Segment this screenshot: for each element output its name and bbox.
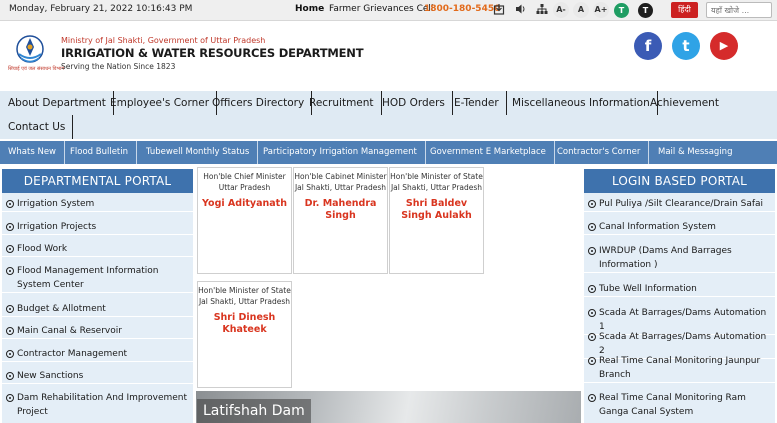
list-item[interactable]: Dam Rehabilitation And Improvement Proje… [2, 391, 193, 419]
nav-miscellaneous-information[interactable]: Miscellaneous Information [505, 91, 658, 115]
list-item[interactable]: Contractor Management [2, 347, 193, 362]
bullet-icon [588, 200, 596, 208]
dignitary-role: Hon'ble Cabinet Minister Jal Shakti, Utta… [294, 172, 387, 192]
bullet-icon [6, 200, 14, 208]
theme-dark-button[interactable]: T [638, 3, 653, 18]
tagline: Serving the Nation Since 1823 [61, 62, 176, 71]
dignitary-role: Hon'ble Minister of State Jal Shakti, Utt… [390, 172, 483, 192]
subnav-gem[interactable]: Government E Marketplace [422, 141, 555, 164]
list-item[interactable]: Canal Information System [584, 220, 775, 235]
dignitary-name: Yogi Adityanath [202, 198, 287, 209]
twitter-icon[interactable]: t [672, 32, 700, 60]
nav-officers-directory[interactable]: Officers Directory [205, 91, 313, 115]
nav-employees-corner[interactable]: Employee's Corner [103, 91, 218, 115]
bullet-icon [6, 372, 14, 380]
font-increase-button[interactable]: A+ [593, 2, 609, 18]
list-item[interactable]: Pul Puliya /Silt Clearance/Drain Safai [584, 197, 775, 212]
hindi-language-button[interactable]: हिंदी [671, 2, 698, 18]
download-icon[interactable] [492, 3, 506, 17]
list-item[interactable]: Real Time Canal Monitoring Jaunpur Branc… [584, 354, 775, 383]
list-item[interactable]: New Sanctions [2, 369, 193, 384]
list-item[interactable]: Budget & Allotment [2, 302, 193, 317]
bullet-icon [6, 350, 14, 358]
sitemap-icon[interactable] [535, 3, 549, 17]
current-datetime: Monday, February 21, 2022 10:16:43 PM [9, 4, 193, 14]
bullet-icon [588, 333, 596, 341]
subnav-participatory-irrigation[interactable]: Participatory Irrigation Management [255, 141, 426, 164]
nav-achievement[interactable]: Achievement [643, 91, 726, 115]
grievance-cell-label: Farmer Grievances Cell [329, 4, 434, 14]
subnav-contractors-corner[interactable]: Contractor's Corner [549, 141, 650, 164]
department-title: IRRIGATION & WATER RESOURCES DEPARTMENT [61, 46, 364, 60]
subnav-whats-new[interactable]: Whats New [0, 141, 66, 164]
font-normal-button[interactable]: A [573, 2, 589, 18]
bullet-icon [588, 394, 596, 402]
dignitary-role: Hon'ble Minister of State Jal Shakti, Utt… [198, 286, 291, 306]
image-slider[interactable]: Latifshah Dam [196, 391, 581, 423]
list-item[interactable]: IWRDUP (Dams And Barrages Information ) [584, 244, 775, 273]
login-portal: LOGIN BASED PORTAL Pul Puliya /Silt Clea… [584, 169, 775, 423]
dignitary-card[interactable]: Hon'ble Minister of State Jal Shakti, Utt… [197, 281, 292, 388]
secondary-navigation: Whats New Flood Bulletin Tubewell Monthl… [0, 141, 777, 164]
youtube-icon[interactable]: ▶ [710, 32, 738, 60]
bullet-icon [588, 247, 596, 255]
grievance-phone[interactable]: 1800-180-5450 [424, 4, 500, 14]
bullet-icon [6, 245, 14, 253]
bullet-icon [588, 309, 596, 317]
main-navigation: About Department Employee's Corner Offic… [0, 91, 777, 139]
dignitary-card[interactable]: Hon'ble Minister of State Jal Shakti, Utt… [389, 167, 484, 274]
list-item[interactable]: Flood Management Information System Cent… [2, 264, 193, 293]
bullet-icon [6, 223, 14, 231]
speaker-icon[interactable] [514, 3, 528, 17]
bullet-icon [6, 305, 14, 313]
nav-hod-orders[interactable]: HOD Orders [375, 91, 453, 115]
dignitary-role: Hon'ble Chief Minister Uttar Pradesh [203, 172, 286, 192]
subnav-mail-messaging[interactable]: Mail & Messaging [650, 141, 740, 164]
list-item[interactable]: Main Canal & Reservoir [2, 324, 193, 339]
bullet-icon [6, 267, 14, 275]
dignitary-name: Dr. Mahendra Singh [304, 198, 377, 221]
list-item[interactable]: Flood Work [2, 242, 193, 257]
font-decrease-button[interactable]: A- [553, 2, 569, 18]
list-item[interactable]: Irrigation Projects [2, 220, 193, 235]
dignitary-name: Shri Baldev Singh Aulakh [401, 198, 472, 221]
top-bar: Monday, February 21, 2022 10:16:43 PM Ho… [0, 0, 777, 21]
list-item[interactable]: Irrigation System [2, 197, 193, 212]
bullet-icon [588, 357, 596, 365]
departmental-portal-title: DEPARTMENTAL PORTAL [2, 169, 193, 193]
logo-caption: सिंचाई एवं जल संसाधन विभाग [8, 66, 65, 72]
list-item[interactable]: Real Time Canal Monitoring Ram Ganga Can… [584, 391, 775, 419]
subnav-flood-bulletin[interactable]: Flood Bulletin [62, 141, 138, 164]
departmental-portal: DEPARTMENTAL PORTAL Irrigation System Ir… [2, 169, 193, 423]
search-input[interactable] [706, 2, 772, 18]
nav-about-department[interactable]: About Department [1, 91, 114, 115]
bullet-icon [6, 327, 14, 335]
bullet-icon [6, 394, 14, 402]
slider-caption: Latifshah Dam [197, 399, 311, 423]
nav-e-tender[interactable]: E-Tender [447, 91, 507, 115]
dignitary-card[interactable]: Hon'ble Cabinet Minister Jal Shakti, Utta… [293, 167, 388, 274]
login-portal-title: LOGIN BASED PORTAL [584, 169, 775, 193]
bullet-icon [588, 285, 596, 293]
theme-light-button[interactable]: T [614, 3, 629, 18]
nav-contact-us[interactable]: Contact Us [1, 115, 74, 139]
facebook-icon[interactable]: f [634, 32, 662, 60]
nav-recruitment[interactable]: Recruitment [302, 91, 382, 115]
home-link[interactable]: Home [295, 4, 324, 14]
dignitary-card[interactable]: Hon'ble Chief Minister Uttar Pradesh Yogi… [197, 167, 292, 274]
ministry-line: Ministry of Jal Shakti, Government of Ut… [61, 36, 266, 45]
bullet-icon [588, 223, 596, 231]
dignitary-name: Shri Dinesh Khateek [213, 312, 276, 335]
list-item[interactable]: Tube Well Information [584, 282, 775, 297]
subnav-tubewell-status[interactable]: Tubewell Monthly Status [138, 141, 259, 164]
